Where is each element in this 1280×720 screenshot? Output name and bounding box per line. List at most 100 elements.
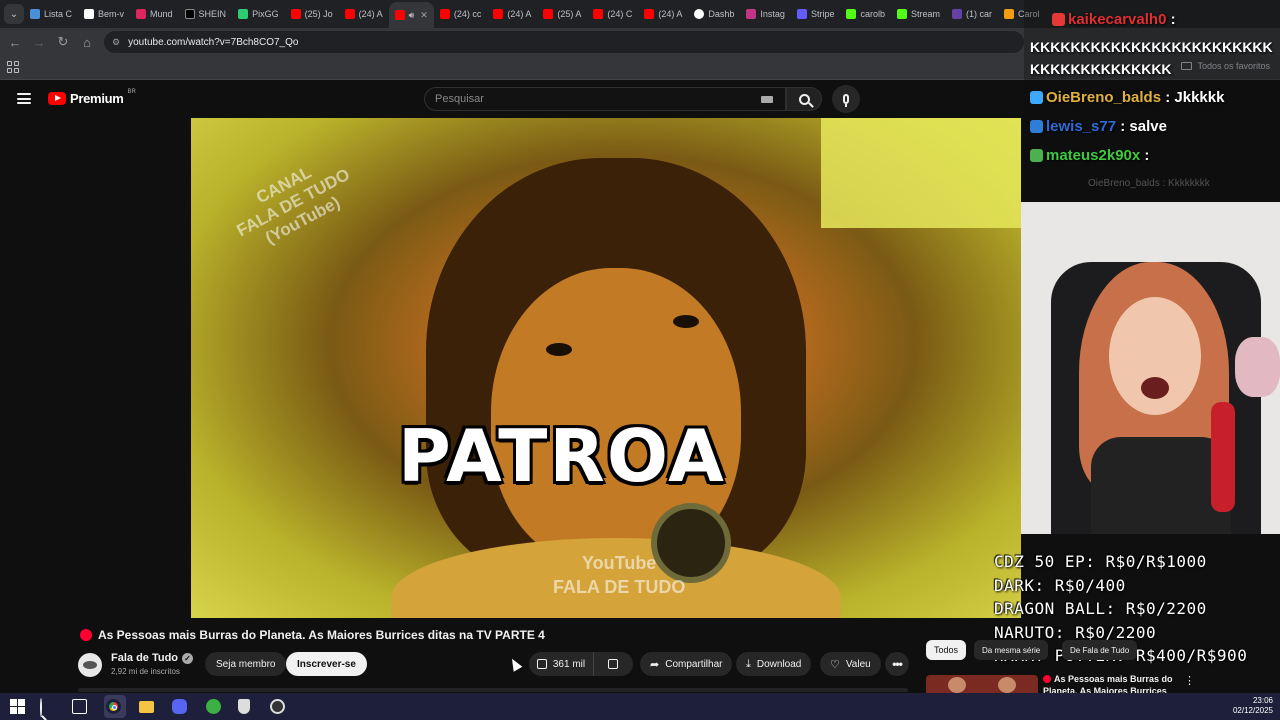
task-view-icon[interactable]: [72, 699, 87, 714]
search-input[interactable]: Pesquisar: [424, 87, 786, 111]
browser-tab[interactable]: SHEIN: [179, 3, 233, 25]
tab-label: (24) A: [507, 9, 532, 19]
windows-start-icon[interactable]: [10, 699, 25, 714]
goal-line: CDZ 50 EP: R$0/R$1000: [994, 552, 1207, 571]
tab-favicon-icon: [746, 9, 757, 19]
url-field[interactable]: ⚙ youtube.com/watch?v=7Bch8CO7_Qo: [104, 31, 1024, 53]
taskbar-search-icon[interactable]: [40, 698, 55, 717]
browser-tab[interactable]: (24) A: [638, 3, 688, 25]
tab-favicon-icon: [543, 9, 554, 19]
tab-close-icon[interactable]: ✕: [420, 10, 428, 21]
chat-message: lewis_s77 : salve: [1030, 118, 1167, 135]
browser-tab[interactable]: (25) Jo: [285, 3, 339, 25]
chip-same-series[interactable]: Da mesma série: [974, 640, 1049, 660]
browser-tab[interactable]: (24) A: [339, 3, 389, 25]
related-video-thumbnail[interactable]: [926, 675, 1038, 693]
mouse-cursor-icon: [507, 656, 523, 672]
related-more-icon[interactable]: ⋮: [1184, 674, 1195, 687]
share-button[interactable]: ➦ Compartilhar: [640, 652, 733, 676]
tab-favicon-icon: [694, 9, 705, 19]
download-button[interactable]: ⤓ Download: [736, 652, 812, 676]
chat-badge-icon: [1030, 120, 1043, 133]
apps-grid-icon[interactable]: [7, 61, 19, 73]
description-box[interactable]: [78, 688, 908, 692]
voice-search-button[interactable]: [832, 85, 860, 113]
discord-icon[interactable]: [172, 699, 187, 714]
tab-favicon-icon: [896, 9, 907, 19]
obs-icon[interactable]: [270, 699, 285, 714]
keyboard-icon[interactable]: [761, 96, 773, 103]
clock-date: 02/12/2025: [1232, 706, 1273, 715]
share-label: Compartilhar: [665, 658, 723, 670]
tab-favicon-icon: [1004, 9, 1015, 19]
browser-tab[interactable]: Bem-v: [78, 3, 130, 25]
browser-tab[interactable]: Stripe: [791, 3, 841, 25]
browser-tab[interactable]: Lista C: [24, 3, 78, 25]
thanks-heart-icon: ♡: [830, 658, 840, 671]
home-icon[interactable]: ⌂: [75, 30, 99, 54]
tab-label: Bem-v: [98, 9, 125, 19]
url-text: youtube.com/watch?v=7Bch8CO7_Qo: [128, 36, 299, 48]
video-subject-eye: [546, 343, 572, 356]
search-button[interactable]: [786, 87, 822, 111]
tab-label: Stream: [910, 9, 940, 19]
browser-tab[interactable]: PixGG: [232, 3, 285, 25]
like-dislike-group: 361 mil: [529, 652, 633, 676]
tab-search-icon[interactable]: ⌄: [4, 4, 24, 24]
chrome-icon[interactable]: [106, 699, 121, 714]
goal-line: DRAGON BALL: R$0/2200: [994, 599, 1207, 618]
screen: ⌄ Lista C Bem-v Mund SHEIN PixGG (25) Jo…: [0, 0, 1280, 720]
back-arrow-icon[interactable]: ←: [3, 30, 27, 54]
browser-tab-active[interactable]: 🔊︎ ✕: [388, 2, 434, 28]
browser-tab[interactable]: Mund: [130, 3, 179, 25]
browser-tab[interactable]: (24) C: [587, 3, 638, 25]
region-code: BR: [127, 88, 136, 95]
site-info-icon[interactable]: ⚙: [112, 37, 120, 48]
webcam-overlay: [1021, 202, 1280, 534]
browser-tab[interactable]: (25) A: [537, 3, 587, 25]
youtube-brand: Premium: [70, 91, 124, 106]
chip-all[interactable]: Todos: [926, 640, 967, 660]
browser-tab[interactable]: (1) car: [946, 3, 998, 25]
more-actions-button[interactable]: •••: [885, 652, 909, 676]
join-member-button[interactable]: Seja membro: [205, 652, 287, 676]
xbox-icon[interactable]: [206, 699, 221, 714]
webcam-plush: [1235, 337, 1280, 397]
channel-name-row[interactable]: Fala de Tudo ✓: [111, 652, 194, 664]
search-icon: [798, 93, 810, 105]
subscribe-button[interactable]: Inscrever-se: [286, 652, 367, 676]
browser-tab[interactable]: Instag: [740, 3, 791, 25]
browser-tab[interactable]: (24) A: [487, 3, 537, 25]
browser-tab[interactable]: Dashb: [688, 3, 740, 25]
youtube-logo[interactable]: Premium BR: [48, 88, 136, 106]
tab-favicon-icon: [136, 9, 147, 19]
share-arrow-icon: ➦: [650, 658, 660, 671]
thanks-button[interactable]: ♡ Valeu: [820, 652, 881, 676]
reload-icon[interactable]: ↻: [51, 30, 75, 54]
video-player[interactable]: CANAL FALA DE TUDO (YouTube) YouTube FAL…: [191, 118, 1021, 618]
security-shield-icon[interactable]: [238, 699, 250, 714]
chat-message: OieBreno_balds : Jkkkkk: [1030, 89, 1224, 106]
tab-label: (1) car: [966, 9, 993, 19]
dislike-button[interactable]: [594, 652, 632, 676]
tab-favicon-icon: [796, 9, 807, 19]
channel-avatar[interactable]: [78, 653, 102, 677]
search-placeholder: Pesquisar: [435, 93, 484, 105]
browser-tab[interactable]: (24) cc: [434, 3, 488, 25]
webcam-streamer-body: [1091, 437, 1231, 534]
browser-tab[interactable]: Stream: [891, 3, 946, 25]
download-label: Download: [756, 658, 802, 670]
related-video-title[interactable]: As Pessoas mais Burras do Planeta. As Ma…: [1043, 673, 1183, 693]
like-button[interactable]: 361 mil: [529, 652, 594, 676]
forward-arrow-icon[interactable]: →: [27, 30, 51, 54]
chip-from-channel[interactable]: De Fala de Tudo: [1062, 640, 1138, 660]
tab-audio-icon[interactable]: 🔊︎: [409, 10, 415, 21]
system-clock[interactable]: 23:06 02/12/2025: [1233, 696, 1273, 716]
video-subject-eye: [673, 315, 699, 328]
tab-favicon-icon: [344, 9, 355, 19]
browser-tab[interactable]: carolb: [840, 3, 891, 25]
tab-label: Mund: [150, 9, 173, 19]
chat-badge-icon: [1030, 91, 1043, 104]
menu-icon[interactable]: [17, 93, 31, 104]
file-explorer-icon[interactable]: [139, 701, 154, 713]
